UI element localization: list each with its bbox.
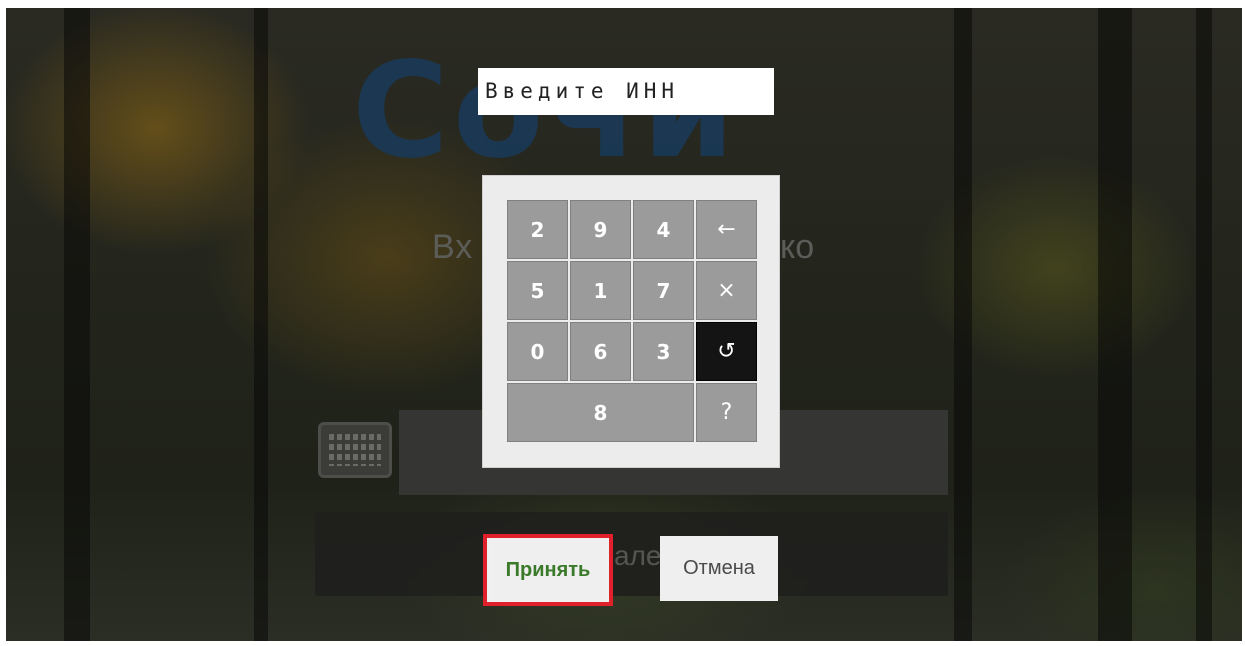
help-icon[interactable]: ?	[696, 383, 757, 442]
tree-trunk	[954, 8, 972, 641]
login-button-label: але	[614, 540, 662, 571]
keypad-key-3[interactable]: 3	[633, 322, 694, 381]
tree-trunk	[1196, 8, 1212, 641]
close-icon[interactable]: ×	[696, 261, 757, 320]
tree-trunk	[1098, 8, 1132, 641]
cancel-button[interactable]: Отмена	[660, 536, 778, 601]
subtitle-text-right: ко	[780, 228, 815, 266]
refresh-icon[interactable]: ↺	[696, 322, 757, 381]
keypad-key-2[interactable]: 2	[507, 200, 568, 259]
keyboard-icon[interactable]	[318, 422, 392, 478]
tree-trunk	[64, 8, 90, 641]
keypad-key-0[interactable]: 0	[507, 322, 568, 381]
keypad-key-6[interactable]: 6	[570, 322, 631, 381]
keypad-key-9[interactable]: 9	[570, 200, 631, 259]
keypad-key-7[interactable]: 7	[633, 261, 694, 320]
tree-trunk	[254, 8, 268, 641]
inn-prompt-label: Введите ИНН	[478, 68, 774, 115]
accept-button-label: Принять	[493, 541, 603, 599]
left-arrow-icon[interactable]: ←	[696, 200, 757, 259]
keypad-key-1[interactable]: 1	[570, 261, 631, 320]
virtual-keypad: 2 9 4 ← 5 1 7 × 0 6 3 ↺ 8?	[482, 175, 780, 468]
subtitle-text-left: Вх	[432, 228, 474, 266]
keypad-key-5[interactable]: 5	[507, 261, 568, 320]
keypad-key-4[interactable]: 4	[633, 200, 694, 259]
accept-button[interactable]: Принять	[483, 534, 613, 606]
keypad-grid: 2 9 4 ← 5 1 7 × 0 6 3 ↺ 8?	[507, 200, 757, 442]
keypad-key-8[interactable]: 8	[507, 383, 694, 442]
